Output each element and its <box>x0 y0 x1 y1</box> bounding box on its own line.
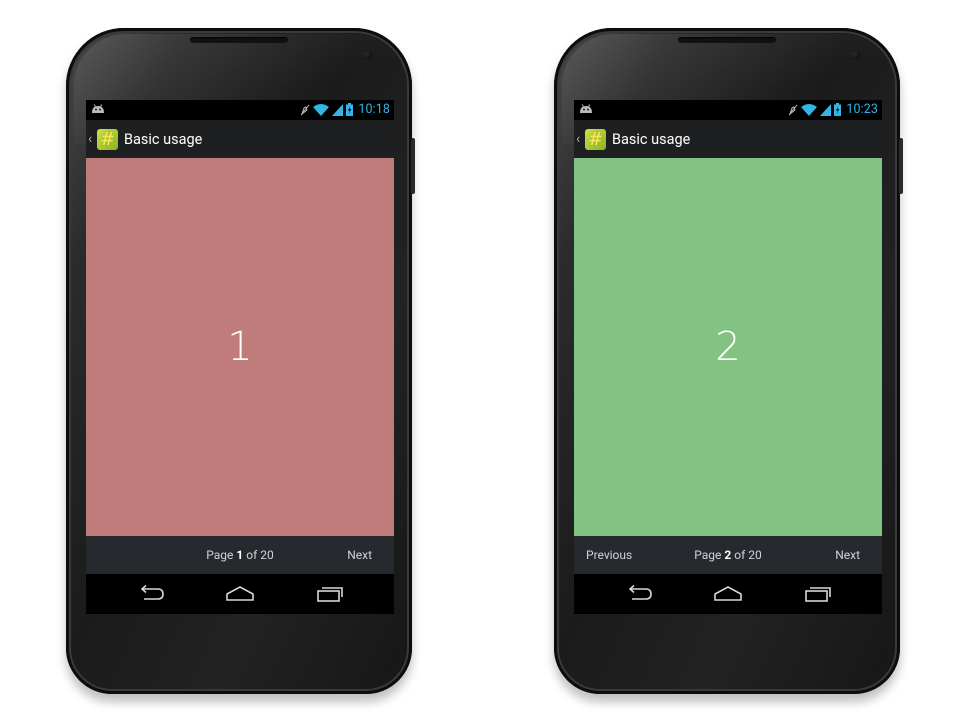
navigation-bar <box>574 574 882 614</box>
phone-left: 10:18 ‹ # Basic usage 1 Page 1 of 20 Nex… <box>66 28 415 694</box>
android-icon <box>580 104 592 113</box>
phone-right: 10:23 ‹ # Basic usage 2 Previous Page 2 … <box>554 28 903 694</box>
back-icon[interactable] <box>136 584 166 604</box>
mute-icon <box>300 104 310 115</box>
up-caret-icon[interactable]: ‹ <box>576 131 584 147</box>
next-button[interactable]: Next <box>835 548 860 562</box>
recents-icon[interactable] <box>315 584 345 604</box>
action-bar-title: Basic usage <box>612 130 691 148</box>
wifi-icon <box>801 103 818 116</box>
navigation-bar <box>86 574 394 614</box>
status-bar: 10:23 <box>574 100 882 120</box>
status-bar: 10:18 <box>86 100 394 120</box>
page-number: 1 <box>227 324 253 370</box>
battery-icon <box>346 103 354 116</box>
page-content[interactable]: 1 <box>86 158 394 536</box>
status-time: 10:23 <box>846 102 878 117</box>
app-icon[interactable]: # <box>97 128 118 150</box>
earpiece-speaker <box>678 37 776 43</box>
home-icon[interactable] <box>225 584 255 604</box>
action-bar: ‹ # Basic usage <box>86 120 394 158</box>
android-icon <box>92 104 104 113</box>
home-icon[interactable] <box>713 584 743 604</box>
recents-icon[interactable] <box>803 584 833 604</box>
front-camera <box>850 50 860 60</box>
power-button <box>899 138 903 194</box>
app-icon[interactable]: # <box>585 128 606 150</box>
action-bar-title: Basic usage <box>124 130 203 148</box>
status-time: 10:18 <box>358 102 390 117</box>
signal-icon <box>820 103 832 116</box>
action-bar: ‹ # Basic usage <box>574 120 882 158</box>
wifi-icon <box>313 103 330 116</box>
earpiece-speaker <box>190 37 288 43</box>
up-caret-icon[interactable]: ‹ <box>88 131 96 147</box>
page-content[interactable]: 2 <box>574 158 882 536</box>
pager-bar: Previous Page 2 of 20 Next <box>574 536 882 574</box>
mute-icon <box>788 104 798 115</box>
back-icon[interactable] <box>624 584 654 604</box>
front-camera <box>362 50 372 60</box>
power-button <box>411 138 415 194</box>
pager-bar: Page 1 of 20 Next <box>86 536 394 574</box>
signal-icon <box>332 103 344 116</box>
screen: 10:18 ‹ # Basic usage 1 Page 1 of 20 Nex… <box>86 100 394 614</box>
battery-icon <box>834 103 842 116</box>
screen: 10:23 ‹ # Basic usage 2 Previous Page 2 … <box>574 100 882 614</box>
next-button[interactable]: Next <box>347 548 372 562</box>
page-number: 2 <box>715 324 741 370</box>
